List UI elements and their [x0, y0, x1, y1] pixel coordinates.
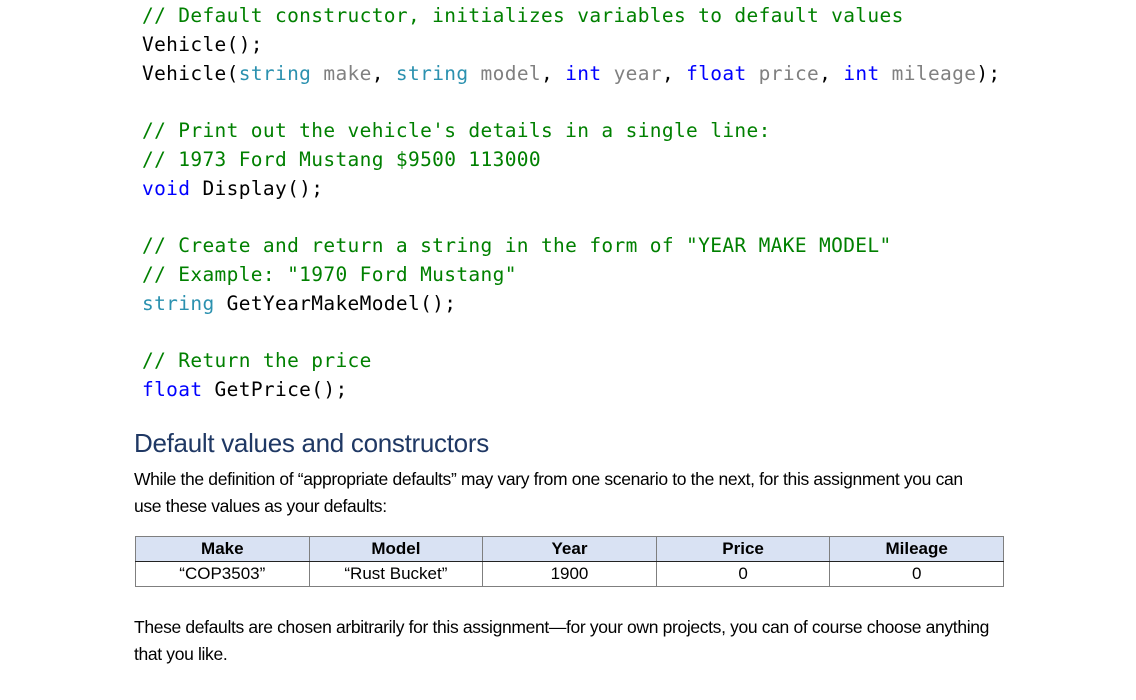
cell-make: “COP3503”	[135, 561, 310, 587]
cell-year: 1900	[482, 561, 657, 587]
code-keyword: int	[565, 62, 602, 85]
code-keyword: int	[843, 62, 880, 85]
code-type-name: string	[142, 292, 215, 315]
intro-paragraph: While the definition of “appropriate def…	[134, 469, 963, 516]
code-text: );	[976, 62, 1001, 85]
code-line: // Example: "1970 Ford Mustang"	[142, 260, 892, 289]
code-text: Display();	[190, 177, 324, 200]
table-row: “COP3503” “Rust Bucket” 1900 0 0	[135, 561, 1004, 587]
code-line: // 1973 Ford Mustang $9500 113000	[142, 145, 771, 174]
table-header-row: Make Model Year Price Mileage	[135, 536, 1004, 562]
code-block-get-price: // Return the price float GetPrice();	[142, 346, 372, 404]
cell-model: “Rust Bucket”	[308, 561, 484, 587]
code-line: // Create and return a string in the for…	[142, 231, 892, 260]
code-text: ,	[541, 62, 566, 85]
code-text: Vehicle();	[142, 33, 263, 56]
code-keyword: float	[686, 62, 747, 85]
code-comment: // Print out the vehicle's details in a …	[142, 119, 771, 142]
code-block-constructors: // Default constructor, initializes vari…	[142, 1, 1001, 88]
code-parameter: model	[468, 62, 542, 85]
code-parameter: year	[601, 62, 662, 85]
code-text: GetPrice();	[202, 378, 348, 401]
code-line: // Default constructor, initializes vari…	[142, 1, 1001, 30]
code-comment: // Example: "1970 Ford Mustang"	[142, 263, 517, 286]
code-comment: // 1973 Ford Mustang $9500 113000	[142, 148, 541, 171]
code-line: Vehicle();	[142, 30, 1001, 59]
code-line: float GetPrice();	[142, 375, 372, 404]
code-block-get-year-make-model: // Create and return a string in the for…	[142, 231, 892, 318]
code-line: // Return the price	[142, 346, 372, 375]
code-text: GetYearMakeModel();	[214, 292, 457, 315]
code-line: // Print out the vehicle's details in a …	[142, 116, 771, 145]
code-line: void Display();	[142, 174, 771, 203]
code-type-name: string	[238, 62, 312, 85]
code-comment: // Return the price	[142, 349, 372, 372]
code-text: Vehicle(	[142, 62, 239, 85]
header-model: Model	[308, 536, 484, 562]
code-keyword: void	[142, 177, 191, 200]
code-text: ,	[819, 62, 844, 85]
cell-price: 0	[655, 561, 831, 587]
code-comment: // Default constructor, initializes vari…	[142, 4, 904, 27]
code-parameter: price	[746, 62, 820, 85]
code-block-display: // Print out the vehicle's details in a …	[142, 116, 771, 203]
header-year: Year	[482, 536, 657, 562]
section-heading: Default values and constructors	[134, 428, 489, 458]
header-mileage: Mileage	[829, 536, 1004, 562]
code-parameter: mileage	[879, 62, 977, 85]
code-text: ,	[661, 62, 687, 85]
code-text: ,	[371, 62, 396, 85]
outro-paragraph: These defaults are chosen arbitrarily fo…	[134, 617, 990, 664]
code-line: Vehicle(string make, string model, int y…	[142, 59, 1001, 88]
code-keyword: float	[142, 378, 203, 401]
cell-mileage: 0	[829, 561, 1004, 587]
code-line: string GetYearMakeModel();	[142, 289, 892, 318]
header-price: Price	[655, 536, 831, 562]
code-parameter: make	[311, 62, 372, 85]
code-type-name: string	[395, 62, 469, 85]
header-make: Make	[135, 536, 310, 562]
code-comment: // Create and return a string in the for…	[142, 234, 892, 257]
defaults-table: Make Model Year Price Mileage “COP3503” …	[135, 536, 1004, 587]
